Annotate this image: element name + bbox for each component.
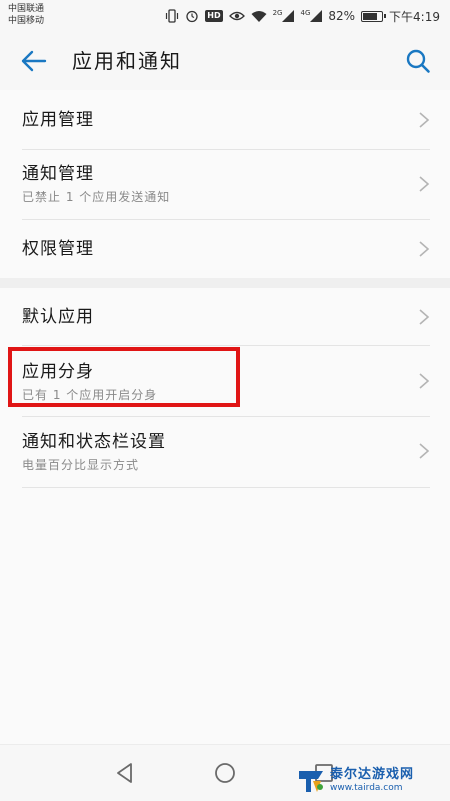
watermark: 泰尔达游戏网 www.tairda.com: [296, 762, 446, 798]
network-4g-label: 4G: [300, 9, 311, 17]
carrier-1: 中国联通: [8, 4, 45, 14]
page-title: 应用和通知: [72, 49, 182, 73]
clock: 下午4:19: [389, 9, 440, 24]
chevron-right-icon: [419, 443, 430, 459]
item-subtitle: 已有 1 个应用开启分身: [22, 388, 158, 402]
chevron-right-icon: [419, 309, 430, 325]
eye-comfort-icon: [228, 10, 245, 22]
list-item-permission-management[interactable]: 权限管理: [0, 220, 450, 278]
group-separator: [0, 278, 450, 288]
network-2g-label: 2G: [272, 9, 283, 17]
search-button[interactable]: [400, 43, 436, 79]
battery-icon: [361, 10, 387, 22]
item-title: 通知管理: [22, 164, 94, 184]
app-bar: 应用和通知: [0, 32, 450, 90]
list-item-default-apps[interactable]: 默认应用: [0, 288, 450, 345]
watermark-name: 泰尔达游戏网: [330, 766, 415, 782]
chevron-right-icon: [419, 176, 430, 192]
back-button[interactable]: [14, 43, 54, 79]
hd-badge: HD: [205, 10, 223, 22]
list-item-app-twin[interactable]: 应用分身 已有 1 个应用开启分身: [0, 346, 450, 416]
settings-group-1: 应用管理 通知管理 已禁止 1 个应用发送通知 权限管理: [0, 90, 450, 278]
chevron-right-icon: [419, 112, 430, 128]
watermark-url: www.tairda.com: [330, 782, 403, 793]
settings-group-2: 默认应用 应用分身 已有 1 个应用开启分身 通知和状态栏设置 电量百分比显示方…: [0, 288, 450, 488]
alarm-icon: [185, 9, 199, 23]
status-bar: 中国联通 中国移动 HD 2G 4G 82% 下午4:19: [0, 0, 450, 32]
nav-home-button[interactable]: [211, 759, 239, 787]
chevron-right-icon: [419, 373, 430, 389]
triangle-back-icon: [117, 763, 132, 783]
list-item-notification-management[interactable]: 通知管理 已禁止 1 个应用发送通知: [0, 150, 450, 219]
status-icons: HD 2G 4G 82% 下午4:19: [165, 6, 440, 26]
watermark-logo-icon: [299, 771, 323, 792]
list-item-notification-status-bar[interactable]: 通知和状态栏设置 电量百分比显示方式: [0, 417, 450, 487]
carrier-2: 中国移动: [8, 16, 45, 26]
nav-back-button[interactable]: [111, 759, 139, 787]
item-subtitle: 已禁止 1 个应用发送通知: [22, 190, 171, 204]
carrier-labels: 中国联通 中国移动: [8, 3, 44, 27]
signal-2g-icon: 2G: [273, 10, 295, 22]
item-subtitle: 电量百分比显示方式: [22, 458, 140, 472]
item-title: 默认应用: [22, 307, 94, 327]
list-item-app-management[interactable]: 应用管理: [0, 90, 450, 149]
signal-4g-icon: 4G: [300, 9, 323, 22]
vibrate-icon: [165, 9, 179, 23]
item-title: 权限管理: [22, 239, 94, 259]
chevron-right-icon: [419, 241, 430, 257]
back-arrow-icon: [21, 50, 47, 72]
battery-fill: [363, 12, 377, 20]
watermark-text: 泰尔达游戏网 www.tairda.com: [330, 767, 414, 794]
circle-home-icon: [215, 763, 235, 783]
battery-percent: 82%: [328, 9, 356, 23]
divider: [22, 487, 430, 488]
item-title: 应用分身: [22, 362, 94, 382]
wifi-icon: [251, 10, 267, 23]
search-icon: [406, 49, 430, 73]
item-title: 应用管理: [22, 110, 94, 130]
item-title: 通知和状态栏设置: [22, 432, 166, 452]
